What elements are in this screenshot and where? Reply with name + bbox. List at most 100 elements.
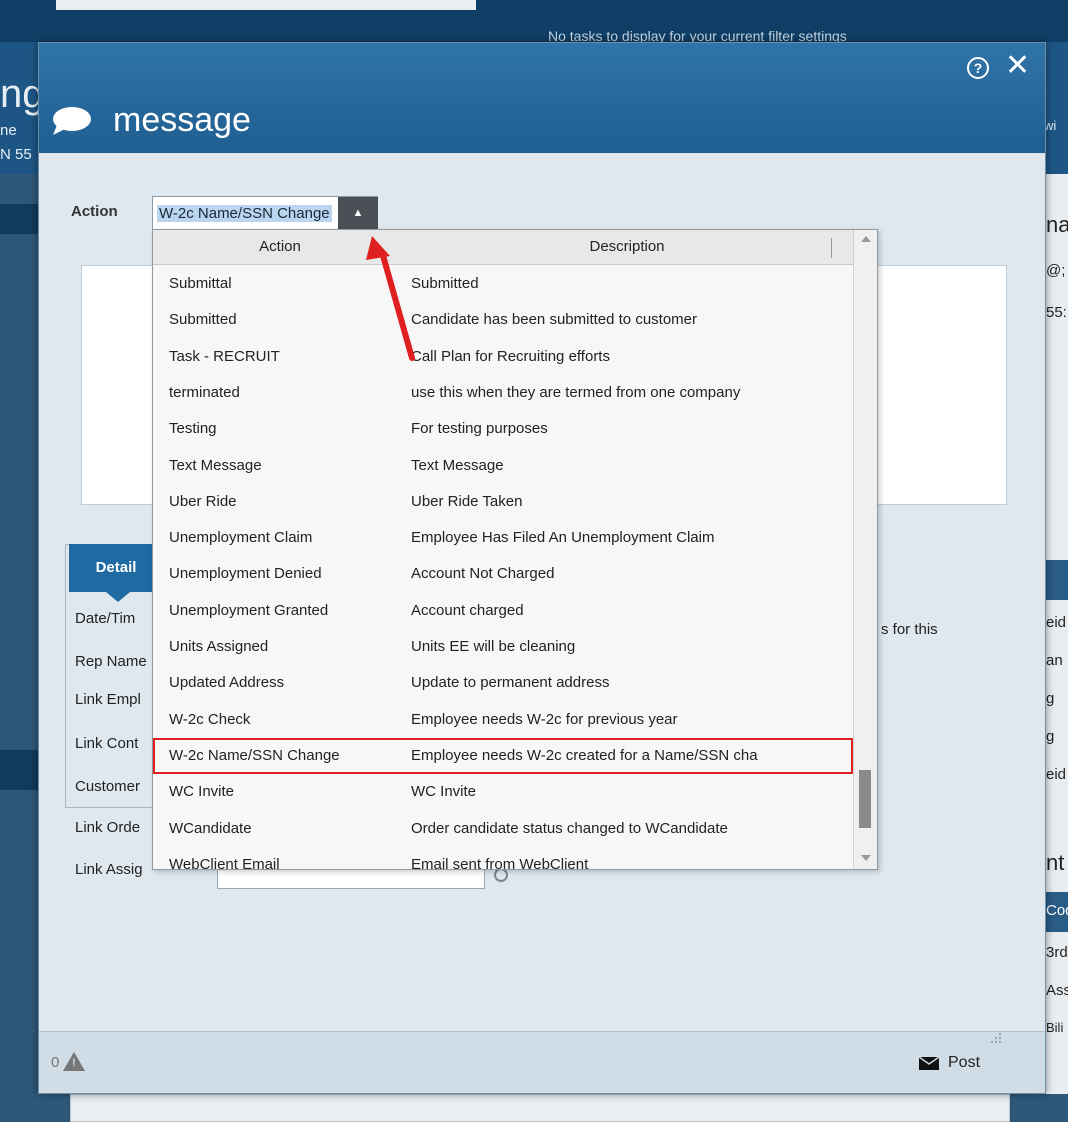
- dialog-footer: 0 ! Post: [39, 1031, 1045, 1093]
- background-fragment: 55:: [1046, 304, 1067, 321]
- action-select[interactable]: W-2c Name/SSN Change ▲: [152, 196, 378, 230]
- loading-spinner-icon: [494, 868, 508, 882]
- list-item-action: Unemployment Denied: [169, 565, 322, 583]
- background-right-panel: na @; 55: eid an g g eid nt Cod 3rd Ass …: [1044, 174, 1068, 1122]
- dialog-header: ? ✕ message: [39, 43, 1045, 153]
- field-label-rep-name: Rep Name: [75, 653, 147, 670]
- field-label-link-assignment: Link Assig: [75, 861, 143, 878]
- list-item[interactable]: Unemployment Denied Account Not Charged: [153, 556, 853, 592]
- action-label: Action: [71, 203, 118, 220]
- background-search-box: [56, 0, 476, 10]
- list-item-description: Update to permanent address: [411, 674, 610, 692]
- list-item[interactable]: Text Message Text Message: [153, 448, 853, 484]
- list-item-description: Employee Has Filed An Unemployment Claim: [411, 529, 715, 547]
- tab-detail[interactable]: Detail: [69, 544, 163, 592]
- list-item-description: Units EE will be cleaning: [411, 638, 576, 655]
- dropdown-header: Action Description: [153, 230, 853, 265]
- list-item-action: Task - RECRUIT: [169, 347, 280, 365]
- list-item-action: Text Message: [169, 456, 262, 474]
- field-label-link-contact: Link Cont: [75, 735, 139, 752]
- background-fragment: Cod: [1046, 902, 1068, 919]
- background-topbar: No tasks to display for your current fil…: [0, 0, 1068, 44]
- dropdown-rows: Submittal Submitted Submitted Candidate has…: [153, 266, 853, 870]
- field-label-link-order: Link Orde: [75, 819, 141, 836]
- list-item-action: Units Assigned: [169, 638, 269, 655]
- background-fragment: na: [1046, 212, 1068, 237]
- list-item[interactable]: Testing For testing purposes: [153, 411, 853, 447]
- list-item-action: WebClient Email: [169, 855, 280, 870]
- list-item[interactable]: WCandidate Order candidate status changed…: [153, 811, 853, 847]
- close-icon[interactable]: ✕: [1005, 49, 1030, 83]
- list-item-description: WC Invite: [411, 783, 477, 801]
- background-line-1: ne: [0, 122, 17, 139]
- list-item-action: Submittal: [169, 275, 232, 292]
- list-item[interactable]: Units Assigned Units EE will be cleaning: [153, 629, 853, 665]
- list-item-action: Unemployment Granted: [169, 601, 329, 619]
- list-item-description: Submitted: [411, 275, 479, 292]
- list-item-action: W-2c Name/SSN Change: [169, 746, 340, 764]
- list-item[interactable]: W-2c Check Employee needs W-2c for previo…: [153, 702, 853, 738]
- list-item[interactable]: Unemployment Claim Employee Has Filed An …: [153, 520, 853, 556]
- list-item-description: Employee needs W-2c for previous year: [411, 710, 678, 728]
- background-fragment: eid: [1046, 766, 1067, 783]
- list-item[interactable]: WebClient Email Email sent from WebClient: [153, 847, 853, 870]
- scroll-up-icon[interactable]: [861, 236, 871, 242]
- list-item[interactable]: Uber Ride Uber Ride Taken: [153, 484, 853, 520]
- list-item-description: use this when they are termed from one c…: [411, 383, 741, 401]
- background-fragment: 3rd: [1046, 944, 1068, 961]
- scroll-down-icon[interactable]: [861, 855, 871, 861]
- background-left-strip: [0, 204, 40, 234]
- column-header-description[interactable]: Description: [407, 238, 847, 255]
- background-fragment: Ass: [1046, 982, 1068, 999]
- list-item-description: For testing purposes: [411, 420, 548, 438]
- background-fragment: @;: [1046, 262, 1066, 279]
- background-fragment: g: [1046, 690, 1055, 707]
- resize-grip-icon[interactable]: [988, 1030, 1002, 1044]
- background-line-2: N 55: [0, 146, 32, 163]
- background-fragment: an: [1046, 652, 1063, 669]
- chat-bubble-icon: [53, 107, 91, 135]
- list-item-description: Employee needs W-2c created for a Name/S…: [411, 746, 758, 764]
- background-left-strip: [0, 750, 40, 790]
- list-item-description: Order candidate status changed to WCandi…: [411, 819, 728, 837]
- field-label-date-time: Date/Tim: [75, 610, 136, 627]
- background-band: [1044, 560, 1068, 600]
- list-item-action: Uber Ride: [169, 492, 237, 510]
- list-item-action: WCandidate: [169, 819, 252, 837]
- list-item-description: Account Not Charged: [411, 565, 555, 583]
- list-item-description: Candidate has been submitted to customer: [411, 311, 698, 329]
- list-item-description: Email sent from WebClient: [411, 855, 589, 870]
- background-bottom-box: [70, 1094, 1010, 1122]
- list-item-description: Account charged: [411, 601, 524, 619]
- chevron-up-icon[interactable]: ▲: [338, 197, 378, 229]
- list-item[interactable]: Task - RECRUIT Call Plan for Recruiting e…: [153, 339, 853, 375]
- list-item-description: Uber Ride Taken: [411, 492, 523, 510]
- mail-icon: [919, 1057, 939, 1070]
- list-item-action: Testing: [169, 420, 217, 438]
- dropdown-scrollbar[interactable]: [853, 230, 877, 869]
- list-item[interactable]: Submitted Candidate has been submitted to…: [153, 302, 853, 338]
- list-item-action: W-2c Check: [169, 710, 251, 728]
- field-label-customer: Customer: [75, 778, 141, 795]
- list-item[interactable]: Updated Address Update to permanent addre…: [153, 665, 853, 701]
- column-separator[interactable]: [831, 238, 832, 258]
- warning-icon[interactable]: !: [63, 1052, 85, 1071]
- list-item[interactable]: Unemployment Granted Account charged: [153, 593, 853, 629]
- background-fragment: Bili: [1046, 1020, 1064, 1035]
- tab-pointer: [106, 592, 130, 602]
- list-item[interactable]: Submittal Submitted: [153, 266, 853, 302]
- background-fragment: nt: [1046, 850, 1065, 875]
- list-item-description: Call Plan for Recruiting efforts: [411, 347, 610, 365]
- list-item-selected[interactable]: W-2c Name/SSN Change Employee needs W-2c …: [153, 737, 853, 774]
- background-fragment: eid: [1046, 614, 1067, 631]
- action-dropdown[interactable]: Action Description Submittal Submitted Sub…: [152, 229, 878, 870]
- post-button[interactable]: Post: [911, 1048, 980, 1078]
- scroll-thumb[interactable]: [859, 770, 871, 828]
- list-item-action: terminated: [169, 383, 240, 401]
- background-left-panel: [0, 174, 40, 1122]
- list-item[interactable]: terminated use this when they are termed …: [153, 375, 853, 411]
- list-item-action: Updated Address: [169, 674, 285, 692]
- help-icon[interactable]: ?: [967, 57, 989, 79]
- list-item[interactable]: WC Invite WC Invite: [153, 774, 853, 810]
- warning-count: 0: [51, 1054, 60, 1071]
